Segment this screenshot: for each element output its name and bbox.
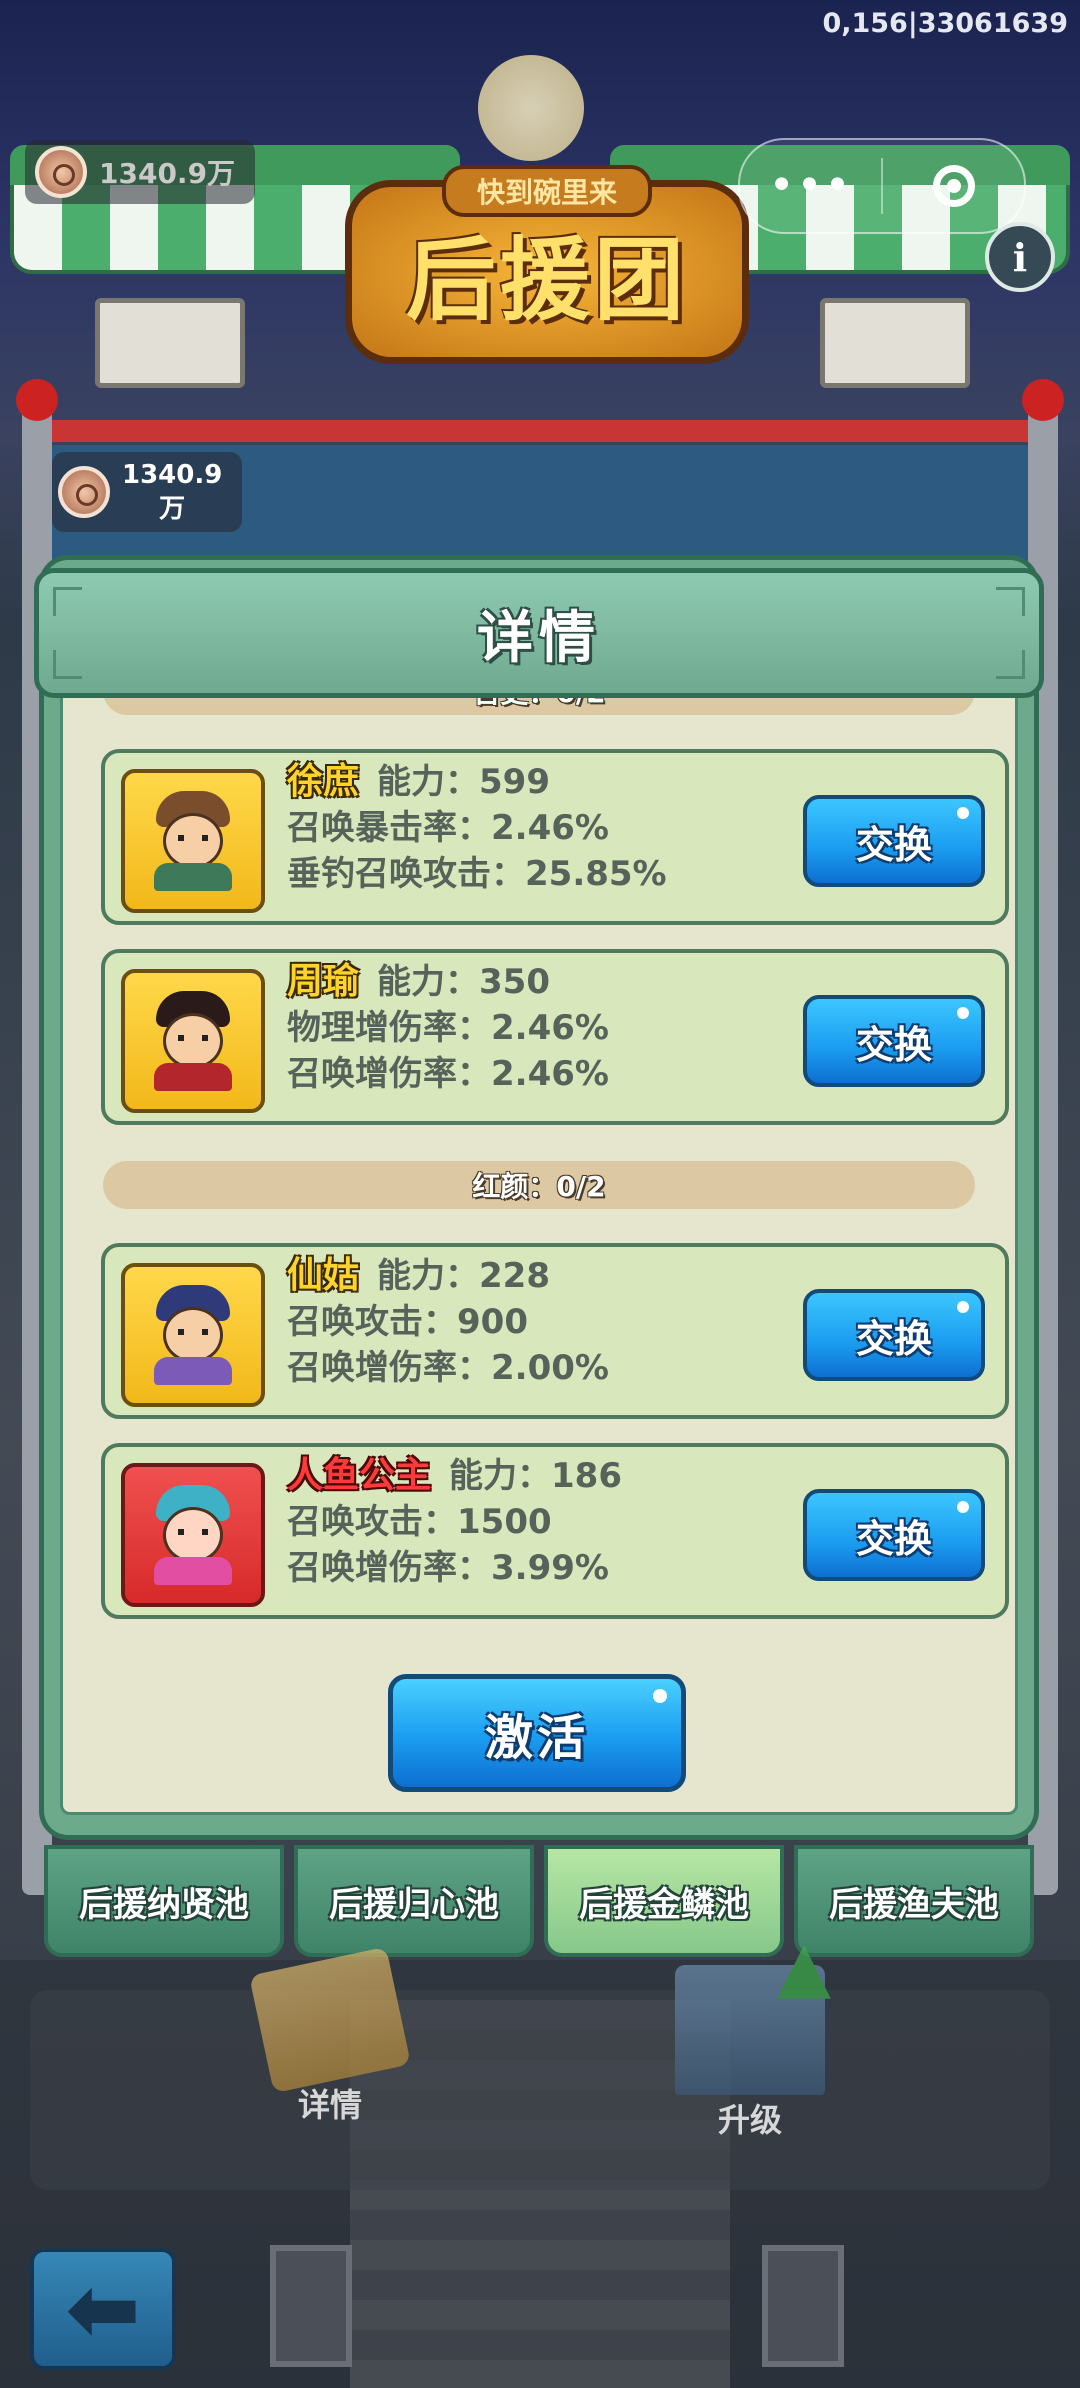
modal-title: 详情	[477, 605, 601, 671]
hero-avatar-frame[interactable]	[121, 1263, 265, 1407]
scroll-icon	[249, 1946, 411, 2094]
modal-header: 详情	[34, 568, 1044, 698]
upgrade-entry[interactable]: 升级	[675, 1925, 831, 2141]
tab-najian-pool[interactable]: 后援纳贤池	[44, 1845, 284, 1957]
hero-power: 能力：186	[449, 1456, 622, 1496]
hero-avatar-frame[interactable]	[121, 1463, 265, 1607]
hero-stat: 召唤攻击：900	[287, 1302, 528, 1342]
hero-avatar-frame[interactable]	[121, 769, 265, 913]
hero-stat: 召唤增伤率：2.46%	[287, 1054, 609, 1094]
debug-id-text: 0,156|33061639	[822, 8, 1068, 39]
hero-stat: 物理增伤率：2.46%	[287, 1008, 609, 1048]
hero-power: 能力：228	[377, 1256, 550, 1296]
target-circle-icon	[932, 165, 975, 207]
activate-button[interactable]: 激活	[388, 1674, 686, 1792]
coin-unit: 万	[159, 494, 186, 524]
hero-portrait-xiangu	[148, 1285, 238, 1385]
upgrade-label: 升级	[717, 2101, 782, 2139]
hero-card: 徐庶 能力：599 召唤暴击率：2.46% 垂钓召唤攻击：25.85% 交换	[101, 749, 1009, 925]
swap-button[interactable]: 交换	[803, 995, 985, 1087]
corner-ornament	[996, 650, 1025, 679]
title-banner: 快到碗里来 后援团	[345, 165, 749, 364]
modal-body: 官吏：0/2 徐庶能力：599 召唤暴击率：2.46% 垂钓召唤攻击：25.85…	[60, 670, 1018, 1815]
moon	[478, 55, 584, 161]
back-arrow-icon: ⬅	[65, 2256, 141, 2362]
miniprogram-capsule: •••	[738, 138, 1026, 234]
gate-post-right	[762, 2245, 844, 2367]
coin-amount: 1340.9	[122, 460, 223, 490]
hero-card: 人鱼公主 能力：186 召唤攻击：1500 召唤增伤率：3.99% 交换	[101, 1443, 1009, 1619]
back-button[interactable]: ⬅	[30, 2248, 176, 2370]
corner-ornament	[53, 650, 82, 679]
hero-portrait-zhouyu	[148, 991, 238, 1091]
fence-right	[820, 298, 970, 388]
hero-portrait-xushu	[148, 791, 238, 891]
hero-stat: 召唤攻击：1500	[287, 1502, 552, 1542]
details-entry[interactable]: 详情	[249, 1946, 411, 2126]
corner-ornament	[53, 587, 82, 616]
swap-button[interactable]: 交换	[803, 1489, 985, 1581]
banner-title: 后援团	[406, 228, 688, 333]
hero-stat: 召唤暴击率：2.46%	[287, 808, 609, 848]
tab-jinlin-pool[interactable]: 后援金鳞池	[544, 1845, 784, 1957]
hero-name: 仙姑	[287, 1255, 360, 1296]
hero-stat: 召唤增伤率：3.99%	[287, 1548, 609, 1588]
hero-card: 周瑜 能力：350 物理增伤率：2.46% 召唤增伤率：2.46% 交换	[101, 949, 1009, 1125]
top-coin-display: 1340.9万	[25, 140, 256, 204]
coin-display: 1340.9 万	[52, 452, 243, 532]
details-modal: 官吏：0/2 徐庶能力：599 召唤暴击率：2.46% 垂钓召唤攻击：25.85…	[34, 560, 1044, 1835]
hero-name: 人鱼公主	[287, 1455, 432, 1496]
hero-power: 能力：599	[377, 762, 550, 802]
fence-left	[95, 298, 245, 388]
hero-portrait-mermaid-princess	[148, 1485, 238, 1585]
hero-avatar-frame[interactable]	[121, 969, 265, 1113]
swap-button[interactable]: 交换	[803, 1289, 985, 1381]
hero-name: 徐庶	[287, 761, 360, 802]
info-button[interactable]: i	[985, 222, 1055, 292]
close-miniprogram-button[interactable]	[883, 140, 1024, 232]
upgrade-building-icon	[675, 1925, 831, 2095]
more-button[interactable]: •••	[740, 140, 881, 232]
hero-power: 能力：350	[377, 962, 550, 1002]
more-dots-icon: •••	[768, 160, 853, 211]
coin-icon	[35, 146, 87, 198]
banner-subtitle: 快到碗里来	[442, 165, 652, 217]
red-rail	[30, 420, 1050, 442]
hero-stat: 垂钓召唤攻击：25.85%	[287, 854, 667, 894]
hero-card: 仙姑 能力：228 召唤攻击：900 召唤增伤率：2.00% 交换	[101, 1243, 1009, 1419]
pool-tabs: 后援纳贤池 后援归心池 后援金鳞池 后援渔夫池	[44, 1845, 1034, 1963]
hero-stat: 召唤增伤率：2.00%	[287, 1348, 609, 1388]
coin-icon	[58, 466, 110, 518]
hero-name: 周瑜	[287, 961, 360, 1002]
gate-post-left	[270, 2245, 352, 2367]
swap-button[interactable]: 交换	[803, 795, 985, 887]
top-coin-amount: 1340.9万	[99, 157, 236, 190]
tab-guixin-pool[interactable]: 后援归心池	[294, 1845, 534, 1957]
section-beauties: 红颜：0/2	[103, 1161, 975, 1209]
corner-ornament	[996, 587, 1025, 616]
